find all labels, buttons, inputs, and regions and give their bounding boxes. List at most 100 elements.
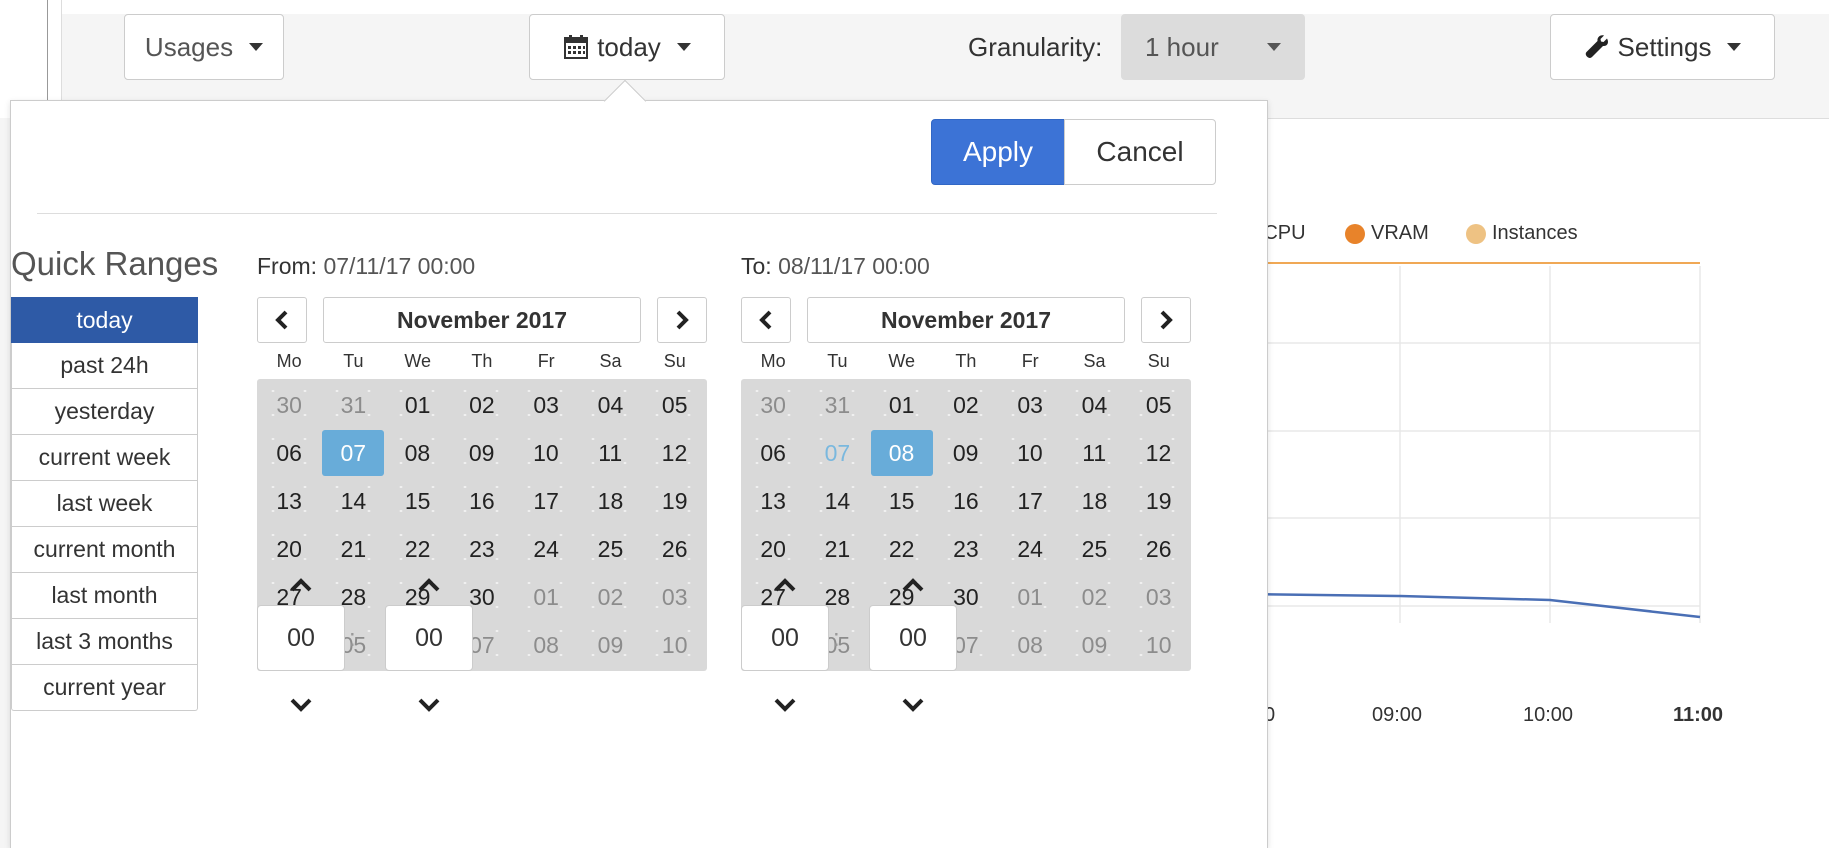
settings-dropdown-button[interactable]: Settings [1550,14,1775,80]
calendar-day[interactable]: 21 [805,525,869,573]
date-range-button[interactable]: today [529,14,725,80]
calendar-day[interactable]: 03 [998,381,1062,429]
calendar-day[interactable]: 13 [257,477,321,525]
calendar-day[interactable]: 17 [998,477,1062,525]
prev-month-button[interactable] [257,297,307,343]
granularity-select[interactable]: 1 hour [1121,14,1305,80]
calendar-day[interactable]: 09 [1062,621,1126,669]
hour-down-button[interactable] [257,689,345,720]
calendar-day[interactable]: 16 [450,477,514,525]
calendar-day[interactable]: 05 [643,381,707,429]
calendar-day[interactable]: 30 [257,381,321,429]
quick-range-current-year[interactable]: current year [11,665,198,711]
calendar-day-selected[interactable]: 08 [870,430,933,476]
calendar-day[interactable]: 22 [870,525,934,573]
calendar-day[interactable]: 21 [321,525,385,573]
calendar-day[interactable]: 10 [514,429,578,477]
calendar-day[interactable]: 05 [1127,381,1191,429]
month-title[interactable]: November 2017 [807,297,1125,343]
hour-up-button[interactable] [741,569,829,600]
calendar-day[interactable]: 01 [386,381,450,429]
calendar-day[interactable]: 08 [514,621,578,669]
calendar-day[interactable]: 17 [514,477,578,525]
calendar-day[interactable]: 02 [1062,573,1126,621]
calendar-day[interactable]: 10 [1127,621,1191,669]
calendar-day[interactable]: 25 [578,525,642,573]
calendar-day[interactable]: 23 [450,525,514,573]
calendar-day[interactable]: 06 [741,429,805,477]
calendar-day[interactable]: 08 [998,621,1062,669]
calendar-day[interactable]: 03 [514,381,578,429]
quick-range-current-week[interactable]: current week [11,435,198,481]
calendar-day[interactable]: 09 [450,429,514,477]
calendar-day[interactable]: 11 [578,429,642,477]
calendar-day[interactable]: 04 [578,381,642,429]
hour-up-button[interactable] [257,569,345,600]
calendar-day[interactable]: 19 [1127,477,1191,525]
calendar-day[interactable]: 02 [450,381,514,429]
calendar-day[interactable]: 06 [257,429,321,477]
to-minute-field[interactable]: 00 [869,605,957,671]
next-month-button[interactable] [657,297,707,343]
calendar-day[interactable]: 12 [1126,429,1190,477]
to-hour-field[interactable]: 00 [741,605,829,671]
calendar-day[interactable]: 30 [741,381,805,429]
quick-range-yesterday[interactable]: yesterday [11,389,198,435]
calendar-day[interactable]: 02 [934,381,998,429]
minute-up-button[interactable] [385,569,473,600]
quick-range-past-24h[interactable]: past 24h [11,343,198,389]
minute-up-button[interactable] [869,569,957,600]
calendar-day[interactable]: 15 [386,477,450,525]
calendar-day[interactable]: 20 [257,525,321,573]
calendar-day[interactable]: 02 [578,573,642,621]
calendar-day[interactable]: 18 [1062,477,1126,525]
cancel-button[interactable]: Cancel [1064,119,1216,185]
calendar-day[interactable]: 14 [805,477,869,525]
calendar-day[interactable]: 09 [578,621,642,669]
calendar-day-range-start[interactable]: 07 [805,429,869,477]
calendar-day[interactable]: 22 [386,525,450,573]
calendar-day[interactable]: 04 [1062,381,1126,429]
usages-dropdown-button[interactable]: Usages [124,14,284,80]
calendar-day[interactable]: 19 [643,477,707,525]
calendar-day[interactable]: 08 [385,429,449,477]
calendar-day-selected[interactable]: 07 [322,430,385,476]
minute-down-button[interactable] [385,689,473,720]
legend-item-vram[interactable]: VRAM [1345,222,1429,245]
quick-range-today[interactable]: today [11,297,198,343]
calendar-day[interactable]: 12 [642,429,706,477]
calendar-day[interactable]: 01 [514,573,578,621]
calendar-day[interactable]: 31 [805,381,869,429]
prev-month-button[interactable] [741,297,791,343]
calendar-day[interactable]: 14 [321,477,385,525]
calendar-day[interactable]: 31 [321,381,385,429]
calendar-day[interactable]: 23 [934,525,998,573]
hour-down-button[interactable] [741,689,829,720]
legend-item-instances[interactable]: Instances [1466,222,1578,245]
calendar-day[interactable]: 03 [1127,573,1191,621]
calendar-day[interactable]: 11 [1062,429,1126,477]
next-month-button[interactable] [1141,297,1191,343]
quick-range-last-month[interactable]: last month [11,573,198,619]
from-hour-field[interactable]: 00 [257,605,345,671]
calendar-day[interactable]: 01 [870,381,934,429]
quick-range-last-week[interactable]: last week [11,481,198,527]
calendar-day[interactable]: 25 [1062,525,1126,573]
calendar-day[interactable]: 01 [998,573,1062,621]
month-title[interactable]: November 2017 [323,297,641,343]
apply-button[interactable]: Apply [931,119,1065,185]
quick-range-last-3-months[interactable]: last 3 months [11,619,198,665]
calendar-day[interactable]: 10 [643,621,707,669]
calendar-day[interactable]: 15 [870,477,934,525]
calendar-day[interactable]: 10 [998,429,1062,477]
quick-range-current-month[interactable]: current month [11,527,198,573]
calendar-day[interactable]: 24 [514,525,578,573]
calendar-day[interactable]: 18 [578,477,642,525]
calendar-day[interactable]: 24 [998,525,1062,573]
calendar-day[interactable]: 26 [1127,525,1191,573]
calendar-day[interactable]: 09 [934,429,998,477]
calendar-day[interactable]: 16 [934,477,998,525]
from-minute-field[interactable]: 00 [385,605,473,671]
calendar-day[interactable]: 20 [741,525,805,573]
calendar-day[interactable]: 03 [643,573,707,621]
